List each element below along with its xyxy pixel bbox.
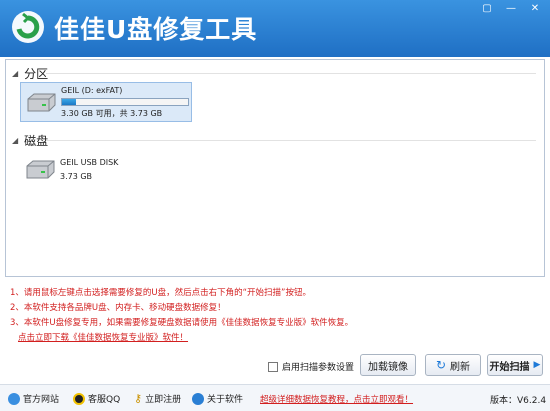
play-arrow-icon: ▶ xyxy=(533,360,541,370)
footer-bar: 官方网站 客服QQ ⚷ 立即注册 关于软件 超级详细数据恢复教程，点击立即观看！… xyxy=(0,384,550,411)
collapse-arrow-icon[interactable]: ◢ xyxy=(12,136,18,145)
partition-section-label: 分区 xyxy=(24,67,49,81)
register-label: 立即注册 xyxy=(145,395,182,405)
start-scan-label: 开始扫描 xyxy=(489,361,530,373)
scan-settings-checkbox[interactable] xyxy=(268,361,278,372)
partition-drive-name: GEIL (D: exFAT) xyxy=(61,86,123,95)
version-number: V6.2.4 xyxy=(517,396,547,406)
partition-usage-fill xyxy=(62,99,77,105)
about-label: 关于软件 xyxy=(207,395,244,405)
version-label: 版本： xyxy=(490,396,518,406)
website-link[interactable]: 官方网站 xyxy=(8,392,59,405)
scan-settings-option[interactable]: 启用扫描参数设置 xyxy=(268,360,354,373)
partition-drive-item[interactable]: GEIL (D: exFAT) 3.30 GB 可用，共 3.73 GB xyxy=(20,82,192,122)
disk-drive-name: GEIL USB DISK xyxy=(60,158,119,167)
key-icon: ⚷ xyxy=(134,392,143,405)
disk-drive-size: 3.73 GB xyxy=(60,172,93,181)
load-image-label: 加载镜像 xyxy=(368,361,408,373)
section-divider xyxy=(46,140,536,141)
start-scan-button[interactable]: 开始扫描 ▶ xyxy=(487,354,543,376)
globe-icon xyxy=(8,392,20,405)
qq-label: 客服QQ xyxy=(88,395,121,405)
partition-usage-bar xyxy=(61,98,189,106)
tutorial-link[interactable]: 超级详细数据恢复教程，点击立即观看！ xyxy=(260,393,413,405)
qq-link[interactable]: 客服QQ xyxy=(73,392,120,405)
instruction-note: 3、本软件U盘修复专用，如果需要修复硬盘数据请使用《佳佳数据恢复专业版》软件恢复… xyxy=(10,318,354,328)
section-divider xyxy=(46,73,536,74)
instruction-note: 1、请用鼠标左键点击选择需要修复的U盘，然后点击右下角的“开始扫描”按钮。 xyxy=(10,288,311,298)
app-title: 佳佳U盘修复工具 xyxy=(54,15,258,44)
partition-section-header[interactable]: ◢ 分区 xyxy=(12,65,48,82)
disk-drive-item[interactable]: GEIL USB DISK 3.73 GB xyxy=(20,150,192,190)
website-label: 官方网站 xyxy=(23,395,60,405)
drive-panel: ◢ 分区 GEIL (D: exFAT) 3.30 GB 可用，共 3.73 G… xyxy=(5,59,545,277)
collapse-arrow-icon[interactable]: ◢ xyxy=(12,69,18,78)
close-button[interactable]: ✕ xyxy=(524,2,546,16)
restore-button[interactable]: ▢ xyxy=(476,2,498,16)
register-link[interactable]: ⚷ 立即注册 xyxy=(134,392,181,405)
minimize-button[interactable]: — xyxy=(500,2,522,16)
refresh-icon: ↻ xyxy=(435,358,447,372)
refresh-label: 刷新 xyxy=(450,361,471,373)
about-link[interactable]: 关于软件 xyxy=(192,392,243,405)
hard-drive-icon xyxy=(26,160,55,179)
instruction-note: 2、本软件支持各品牌U盘、内存卡、移动硬盘数据修复！ xyxy=(10,303,226,313)
refresh-button[interactable]: ↻ 刷新 xyxy=(425,354,481,376)
info-icon xyxy=(192,392,204,405)
disk-section-header[interactable]: ◢ 磁盘 xyxy=(12,132,48,149)
partition-drive-size: 3.30 GB 可用，共 3.73 GB xyxy=(61,109,163,118)
scan-settings-label: 启用扫描参数设置 xyxy=(282,363,355,373)
hard-drive-icon xyxy=(27,93,56,112)
app-logo-icon xyxy=(12,11,44,43)
title-bar: 佳佳U盘修复工具 ▢ — ✕ xyxy=(0,0,550,57)
window-controls: ▢ — ✕ xyxy=(476,2,546,16)
qq-penguin-icon xyxy=(73,392,85,405)
disk-section-label: 磁盘 xyxy=(24,134,49,148)
version-info: 版本：V6.2.4 xyxy=(490,393,546,406)
download-pro-link[interactable]: 点击立即下载《佳佳数据恢复专业版》软件！ xyxy=(18,331,188,343)
load-image-button[interactable]: 加载镜像 xyxy=(360,354,416,376)
